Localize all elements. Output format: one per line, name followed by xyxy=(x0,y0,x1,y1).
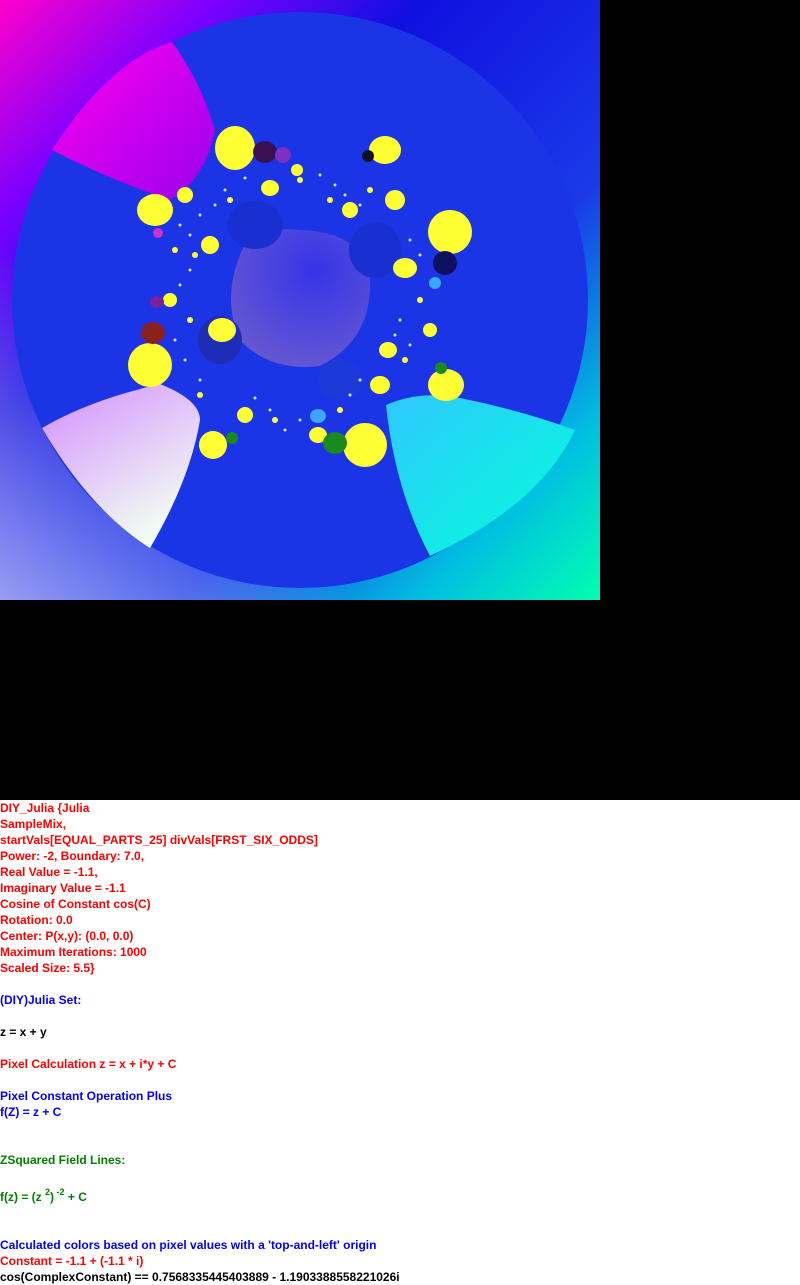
formula-part-a: f(z) = (z xyxy=(0,1190,45,1204)
info-scaled-size-line: Scaled Size: 5.5} xyxy=(0,961,95,975)
info-imaginary-value-line: Imaginary Value = -1.1 xyxy=(0,881,126,895)
field-lines-title: ZSquared Field Lines: xyxy=(0,1153,126,1167)
info-title-line: DIY_Julia {Julia xyxy=(0,801,90,815)
fz-definition: f(Z) = z + C xyxy=(0,1105,62,1119)
constant-line: Constant = -1.1 + (-1.1 * i) xyxy=(0,1254,144,1268)
fractal-canvas-area xyxy=(0,0,800,800)
info-center-line: Center: P(x,y): (0.0, 0.0) xyxy=(0,929,134,943)
z-definition: z = x + y xyxy=(0,1025,47,1039)
fractal-info-panel: DIY_Julia {Julia SampleMix, startVals[EQ… xyxy=(0,800,800,1285)
pixel-constant-operation: Pixel Constant Operation Plus xyxy=(0,1089,173,1103)
field-formula: f(z) = (z 2) -2 + C xyxy=(0,1187,87,1205)
info-power-line: Power: -2, Boundary: 7.0, xyxy=(0,849,145,863)
colors-note: Calculated colors based on pixel values … xyxy=(0,1238,377,1252)
info-start-vals-line: startVals[EQUAL_PARTS_25] divVals[FRST_S… xyxy=(0,833,318,847)
formula-outer-exponent: -2 xyxy=(54,1187,65,1197)
cos-constant-line: cos(ComplexConstant) == 0.75683354454038… xyxy=(0,1270,400,1284)
info-cosine-line: Cosine of Constant cos(C) xyxy=(0,897,151,911)
info-sample-line: SampleMix, xyxy=(0,817,67,831)
pixel-calculation: Pixel Calculation z = x + i*y + C xyxy=(0,1057,177,1071)
julia-set-title: (DIY)Julia Set: xyxy=(0,993,82,1007)
info-rotation-line: Rotation: 0.0 xyxy=(0,913,73,927)
julia-fractal-image xyxy=(0,0,600,600)
info-max-iterations-line: Maximum Iterations: 1000 xyxy=(0,945,147,959)
formula-part-e: + C xyxy=(64,1190,87,1204)
info-real-value-line: Real Value = -1.1, xyxy=(0,865,98,879)
